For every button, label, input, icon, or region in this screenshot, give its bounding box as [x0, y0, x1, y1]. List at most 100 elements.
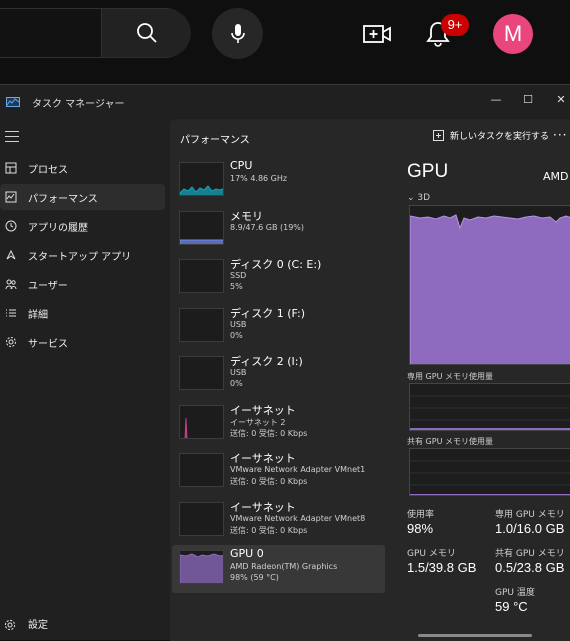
- sidebar-item-label: ユーザー: [28, 280, 68, 292]
- device-sparkline: [179, 453, 224, 487]
- sidebar-item-label: 詳細: [28, 309, 48, 321]
- run-new-task-label: 新しいタスクを実行する: [450, 132, 550, 142]
- run-new-task-button[interactable]: 新しいタスクを実行する: [433, 129, 549, 142]
- search-icon: [136, 23, 157, 43]
- device-sparkline: [179, 210, 224, 245]
- dedicated-memory-label: 専用 GPU メモリ: [495, 510, 565, 520]
- sidebar: プロセス パフォーマンス アプリの履歴 スタートアップ アプリ ユーザー 詳細 …: [0, 119, 170, 641]
- gpu-temperature-value: 59 °C: [495, 599, 528, 614]
- sidebar-item-label: パフォーマンス: [28, 193, 98, 205]
- gpu-usage-area: [410, 214, 570, 364]
- dedicated-memory-chart: [409, 383, 570, 431]
- device-cpu[interactable]: CPU 17% 4.86 GHz: [172, 157, 385, 205]
- new-task-icon: [433, 130, 444, 141]
- details-icon: [4, 306, 18, 320]
- window-title: タスク マネージャー: [32, 99, 125, 110]
- device-detail: イーサネット 2: [230, 417, 286, 427]
- page-title: パフォーマンス: [180, 135, 250, 146]
- device-detail: 0%: [230, 330, 243, 340]
- sidebar-item-label: プロセス: [28, 164, 68, 176]
- search-box[interactable]: [0, 8, 191, 58]
- sidebar-item-details[interactable]: 詳細: [0, 300, 165, 326]
- browser-top-bar: 9+ M: [0, 0, 570, 84]
- gpu-title: GPU: [407, 161, 449, 182]
- device-gpu-0[interactable]: GPU 0 AMD Radeon(TM) Graphics 98% (59 °C): [172, 545, 385, 593]
- device-name: ディスク 1 (F:): [230, 306, 305, 320]
- device-detail: USB: [230, 319, 247, 329]
- users-icon: [4, 277, 18, 291]
- device-name: CPU: [230, 159, 253, 172]
- main-content: パフォーマンス 新しいタスクを実行する ··· CPU 17% 4.86 GHz メ…: [170, 119, 570, 641]
- device-name: ディスク 0 (C: E:): [230, 258, 322, 271]
- horizontal-scrollbar[interactable]: [418, 634, 532, 637]
- performance-icon: [4, 190, 18, 204]
- sidebar-item-label: アプリの履歴: [28, 222, 88, 234]
- device-sparkline: [179, 356, 224, 390]
- device-disk-1[interactable]: ディスク 1 (F:) USB 0%: [172, 303, 385, 351]
- usage-label: 使用率: [407, 510, 435, 520]
- video-add-icon: [363, 25, 391, 43]
- device-sparkline: [179, 307, 224, 342]
- sidebar-item-app-history[interactable]: アプリの履歴: [0, 213, 165, 239]
- gpu-memory-label: GPU メモリ: [407, 549, 456, 559]
- device-ethernet-vmnet8[interactable]: イーサネット VMware Network Adapter VMnet8 送信: 0…: [172, 497, 385, 545]
- device-sparkline: [179, 550, 224, 584]
- startup-icon: [4, 248, 18, 262]
- device-sparkline: [179, 259, 224, 293]
- hamburger-menu-icon[interactable]: [5, 131, 19, 146]
- device-name: GPU 0: [230, 547, 264, 560]
- dedicated-memory-chart-label: 専用 GPU メモリ使用量: [407, 372, 493, 381]
- device-detail: 98% (59 °C): [230, 573, 279, 582]
- history-icon: [4, 219, 18, 233]
- gear-icon: [4, 616, 18, 631]
- device-name: ディスク 2 (I:): [230, 355, 303, 368]
- device-detail: 8.9/47.6 GB (19%): [230, 222, 305, 232]
- gpu-3d-usage-chart: [409, 205, 570, 365]
- device-sparkline: [179, 162, 224, 196]
- sidebar-item-services[interactable]: サービス: [0, 329, 165, 355]
- device-detail: 送信: 0 受信: 0 Kbps: [230, 525, 308, 535]
- task-manager-window: タスク マネージャー — ☐ ✕ プロセス パフォーマンス アプリの履歴 スター…: [0, 84, 570, 641]
- close-button[interactable]: ✕: [549, 89, 570, 109]
- task-manager-app-icon: [6, 97, 20, 107]
- search-button[interactable]: [101, 9, 191, 57]
- device-ethernet-vmnet1[interactable]: イーサネット VMware Network Adapter VMnet1 送信: 0…: [172, 448, 385, 496]
- sidebar-item-label: サービス: [28, 338, 68, 350]
- maximize-button[interactable]: ☐: [516, 89, 540, 109]
- microphone-icon: [230, 23, 245, 43]
- processes-icon: [4, 161, 18, 175]
- device-detail: VMware Network Adapter VMnet8: [230, 513, 366, 523]
- device-name: イーサネット: [230, 452, 296, 465]
- device-detail: VMware Network Adapter VMnet1: [230, 465, 366, 474]
- device-disk-2[interactable]: ディスク 2 (I:) USB 0%: [172, 351, 385, 399]
- more-options-button[interactable]: ···: [553, 128, 567, 142]
- minimize-button[interactable]: —: [484, 89, 508, 109]
- device-sparkline: [179, 404, 224, 439]
- device-ethernet-2[interactable]: イーサネット イーサネット 2 送信: 0 受信: 0 Kbps: [172, 400, 385, 448]
- device-detail: 0%: [230, 379, 243, 388]
- create-button[interactable]: [362, 20, 392, 48]
- shared-memory-chart-label: 共有 GPU メモリ使用量: [407, 437, 493, 446]
- title-bar: タスク マネージャー — ☐ ✕: [0, 85, 570, 119]
- sidebar-item-users[interactable]: ユーザー: [0, 271, 165, 297]
- gpu-detail-panel: GPU AMD ⌄ 3D 専用 GPU メモリ使用量 共有 GPU メモリ使用量: [407, 157, 570, 641]
- device-name: イーサネット: [230, 500, 296, 514]
- gpu-memory-value: 1.5/39.8 GB: [407, 560, 477, 575]
- voice-search-button[interactable]: [212, 8, 263, 59]
- sidebar-item-settings[interactable]: 設定: [0, 613, 165, 633]
- device-name: メモリ: [230, 209, 263, 223]
- device-disk-0[interactable]: ディスク 0 (C: E:) SSD 5%: [172, 254, 385, 302]
- device-memory[interactable]: メモリ 8.9/47.6 GB (19%): [172, 206, 385, 254]
- shared-memory-label: 共有 GPU メモリ: [495, 549, 565, 559]
- avatar[interactable]: M: [493, 14, 533, 54]
- sidebar-item-processes[interactable]: プロセス: [0, 155, 165, 181]
- shared-memory-value: 0.5/23.8 GB: [495, 560, 565, 575]
- sidebar-item-startup-apps[interactable]: スタートアップ アプリ: [0, 242, 165, 268]
- sidebar-item-performance[interactable]: パフォーマンス: [0, 184, 165, 210]
- device-detail: 送信: 0 受信: 0 Kbps: [230, 428, 308, 438]
- sidebar-item-label: スタートアップ アプリ: [28, 251, 132, 263]
- services-icon: [4, 335, 18, 349]
- device-detail: 送信: 0 受信: 0 Kbps: [230, 477, 308, 486]
- engine-selector[interactable]: ⌄ 3D: [407, 193, 430, 203]
- gpu-temperature-label: GPU 温度: [495, 588, 535, 598]
